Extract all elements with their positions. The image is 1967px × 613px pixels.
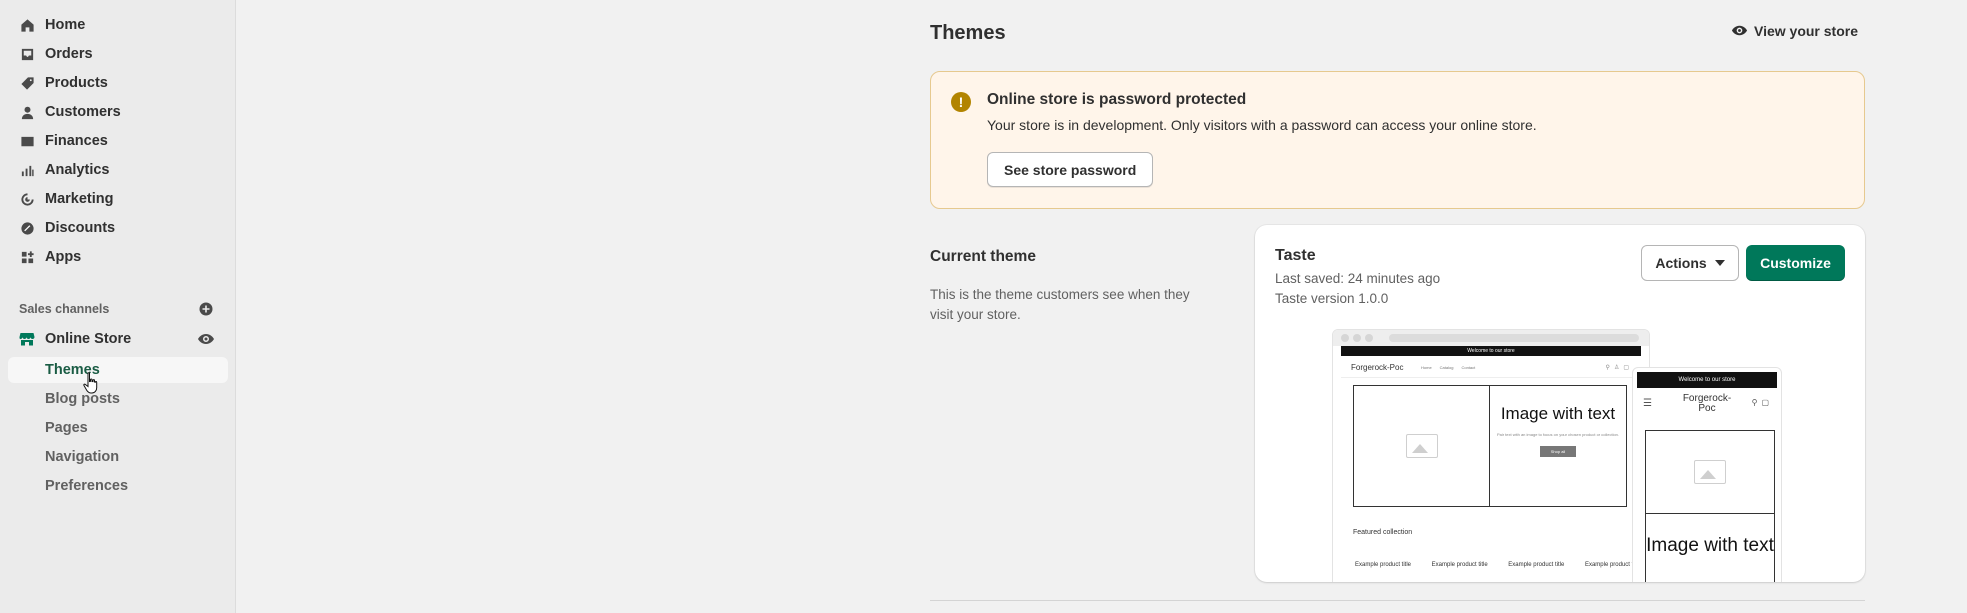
hand-cursor-icon	[83, 372, 98, 394]
target-icon	[19, 191, 35, 207]
view-store-label: View your store	[1754, 22, 1859, 39]
desktop-preview: Welcome to our store Forgerock-Poc Home C…	[1332, 329, 1650, 582]
preview-nav-link: Home	[1421, 365, 1432, 370]
current-theme-heading: Current theme	[930, 248, 1036, 265]
sidebar-item-label: Finances	[45, 133, 108, 149]
sidebar-item-home[interactable]: Home	[8, 12, 228, 38]
current-theme-description: This is the theme customers see when the…	[930, 287, 1190, 322]
page-title: Themes	[930, 22, 1006, 44]
preview-header: ☰ Forgerock-Poc ⚲▢	[1637, 388, 1777, 418]
image-icon	[1405, 434, 1438, 458]
sidebar-item-label: Products	[45, 75, 108, 91]
store-icon	[19, 331, 35, 347]
browser-bar	[1333, 330, 1649, 346]
bar-chart-icon	[19, 162, 35, 178]
featured-collection-heading: Featured collection	[1353, 529, 1413, 536]
sidebar-item-navigation[interactable]: Navigation	[8, 444, 228, 470]
theme-last-saved: Last saved: 24 minutes ago	[1275, 271, 1441, 286]
hero-title: Image with text	[1645, 513, 1775, 582]
see-store-password-button[interactable]: See store password	[987, 152, 1154, 187]
preview-hero: Image with text Pair text with an image …	[1353, 385, 1627, 507]
sidebar-item-apps[interactable]: Apps	[8, 244, 228, 270]
sidebar-item-products[interactable]: Products	[8, 70, 228, 96]
add-circle-icon[interactable]	[198, 301, 214, 317]
product-title: Example product title	[1354, 562, 1412, 568]
product-title: Example product title	[1508, 562, 1565, 568]
sidebar-item-label: Orders	[45, 46, 93, 62]
sidebar-item-blog-posts[interactable]: Blog posts	[8, 386, 228, 412]
view-store-link[interactable]: View your store	[1731, 22, 1858, 39]
preview-store-name: Forgerock-Poc	[1351, 363, 1404, 372]
preview-nav-link: Contact	[1461, 365, 1476, 370]
sidebar-item-discounts[interactable]: Discounts	[8, 215, 228, 241]
announcement-bar: Welcome to our store	[1637, 372, 1777, 388]
banner-title: Online store is password protected	[987, 91, 1247, 108]
discount-icon	[19, 220, 35, 236]
preview-header: Forgerock-Poc Home Catalog Contact ⚲♙▢	[1341, 356, 1641, 378]
preview-store-name: Forgerock-Poc	[1682, 393, 1732, 414]
image-placeholder	[1645, 430, 1775, 514]
warning-icon: !	[951, 92, 971, 112]
sidebar-item-label: Discounts	[45, 220, 116, 236]
product-title: Example product title	[1431, 562, 1488, 568]
sidebar-item-orders[interactable]: Orders	[8, 41, 228, 67]
preview-header-icons: ⚲♙▢	[1605, 365, 1633, 371]
sidebar-item-online-store[interactable]: Online Store	[8, 326, 228, 352]
hero-shop-button: Shop all	[1540, 446, 1576, 457]
announcement-bar: Welcome to our store	[1341, 346, 1641, 356]
caret-down-icon	[1714, 260, 1725, 266]
sales-channels-label: Sales channels	[19, 302, 110, 316]
image-icon	[1694, 460, 1726, 484]
divider	[930, 600, 1865, 601]
preview-header-icons: ⚲▢	[1751, 398, 1773, 407]
hero-body: Pair text with an image to focus on your…	[1496, 432, 1620, 437]
bank-icon	[19, 133, 35, 149]
image-placeholder	[1354, 386, 1490, 506]
sidebar-item-label: Navigation	[45, 449, 120, 465]
eye-icon[interactable]	[197, 331, 215, 347]
person-icon	[19, 104, 35, 120]
banner-text: Your store is in development. Only visit…	[987, 117, 1537, 133]
sidebar-item-label: Pages	[45, 420, 88, 436]
hero-title: Image with text	[1500, 404, 1616, 423]
mobile-preview: Welcome to our store ☰ Forgerock-Poc ⚲▢ …	[1632, 367, 1782, 582]
sidebar-item-finances[interactable]: Finances	[8, 128, 228, 154]
eye-icon	[1731, 25, 1748, 36]
orders-icon	[19, 46, 35, 62]
actions-label: Actions	[1655, 255, 1707, 271]
theme-preview: Welcome to our store Forgerock-Poc Home C…	[1332, 329, 1792, 582]
home-icon	[19, 17, 35, 33]
preview-nav: Home Catalog Contact	[1421, 365, 1483, 370]
preview-nav-link: Catalog	[1439, 365, 1454, 370]
actions-button[interactable]: Actions	[1641, 245, 1739, 281]
online-store-label: Online Store	[45, 331, 132, 347]
customize-button[interactable]: Customize	[1746, 245, 1845, 281]
sidebar-item-themes[interactable]: Themes	[8, 357, 228, 383]
menu-icon: ☰	[1643, 398, 1652, 409]
product-titles: Example product title Example product ti…	[1353, 562, 1643, 568]
sidebar-item-analytics[interactable]: Analytics	[8, 157, 228, 183]
sidebar-item-marketing[interactable]: Marketing	[8, 186, 228, 212]
hero-text-box: Image with text Pair text with an image …	[1490, 386, 1626, 506]
theme-version: Taste version 1.0.0	[1275, 291, 1389, 306]
sidebar-item-label: Analytics	[45, 162, 110, 178]
current-theme-card: Taste Last saved: 24 minutes ago Taste v…	[1255, 225, 1865, 582]
sidebar: Home Orders Products Customers Finances …	[0, 0, 236, 613]
apps-icon	[19, 249, 35, 265]
sidebar-item-label: Marketing	[45, 191, 114, 207]
tag-icon	[19, 75, 35, 91]
theme-name: Taste	[1275, 247, 1316, 264]
sidebar-item-label: Customers	[45, 104, 121, 120]
sidebar-item-preferences[interactable]: Preferences	[8, 473, 228, 499]
sidebar-item-label: Preferences	[45, 478, 129, 494]
sidebar-item-pages[interactable]: Pages	[8, 415, 228, 441]
sidebar-item-customers[interactable]: Customers	[8, 99, 228, 125]
sidebar-item-label: Apps	[45, 249, 82, 265]
sidebar-item-label: Home	[45, 17, 86, 33]
password-banner: ! Online store is password protected You…	[930, 71, 1865, 209]
